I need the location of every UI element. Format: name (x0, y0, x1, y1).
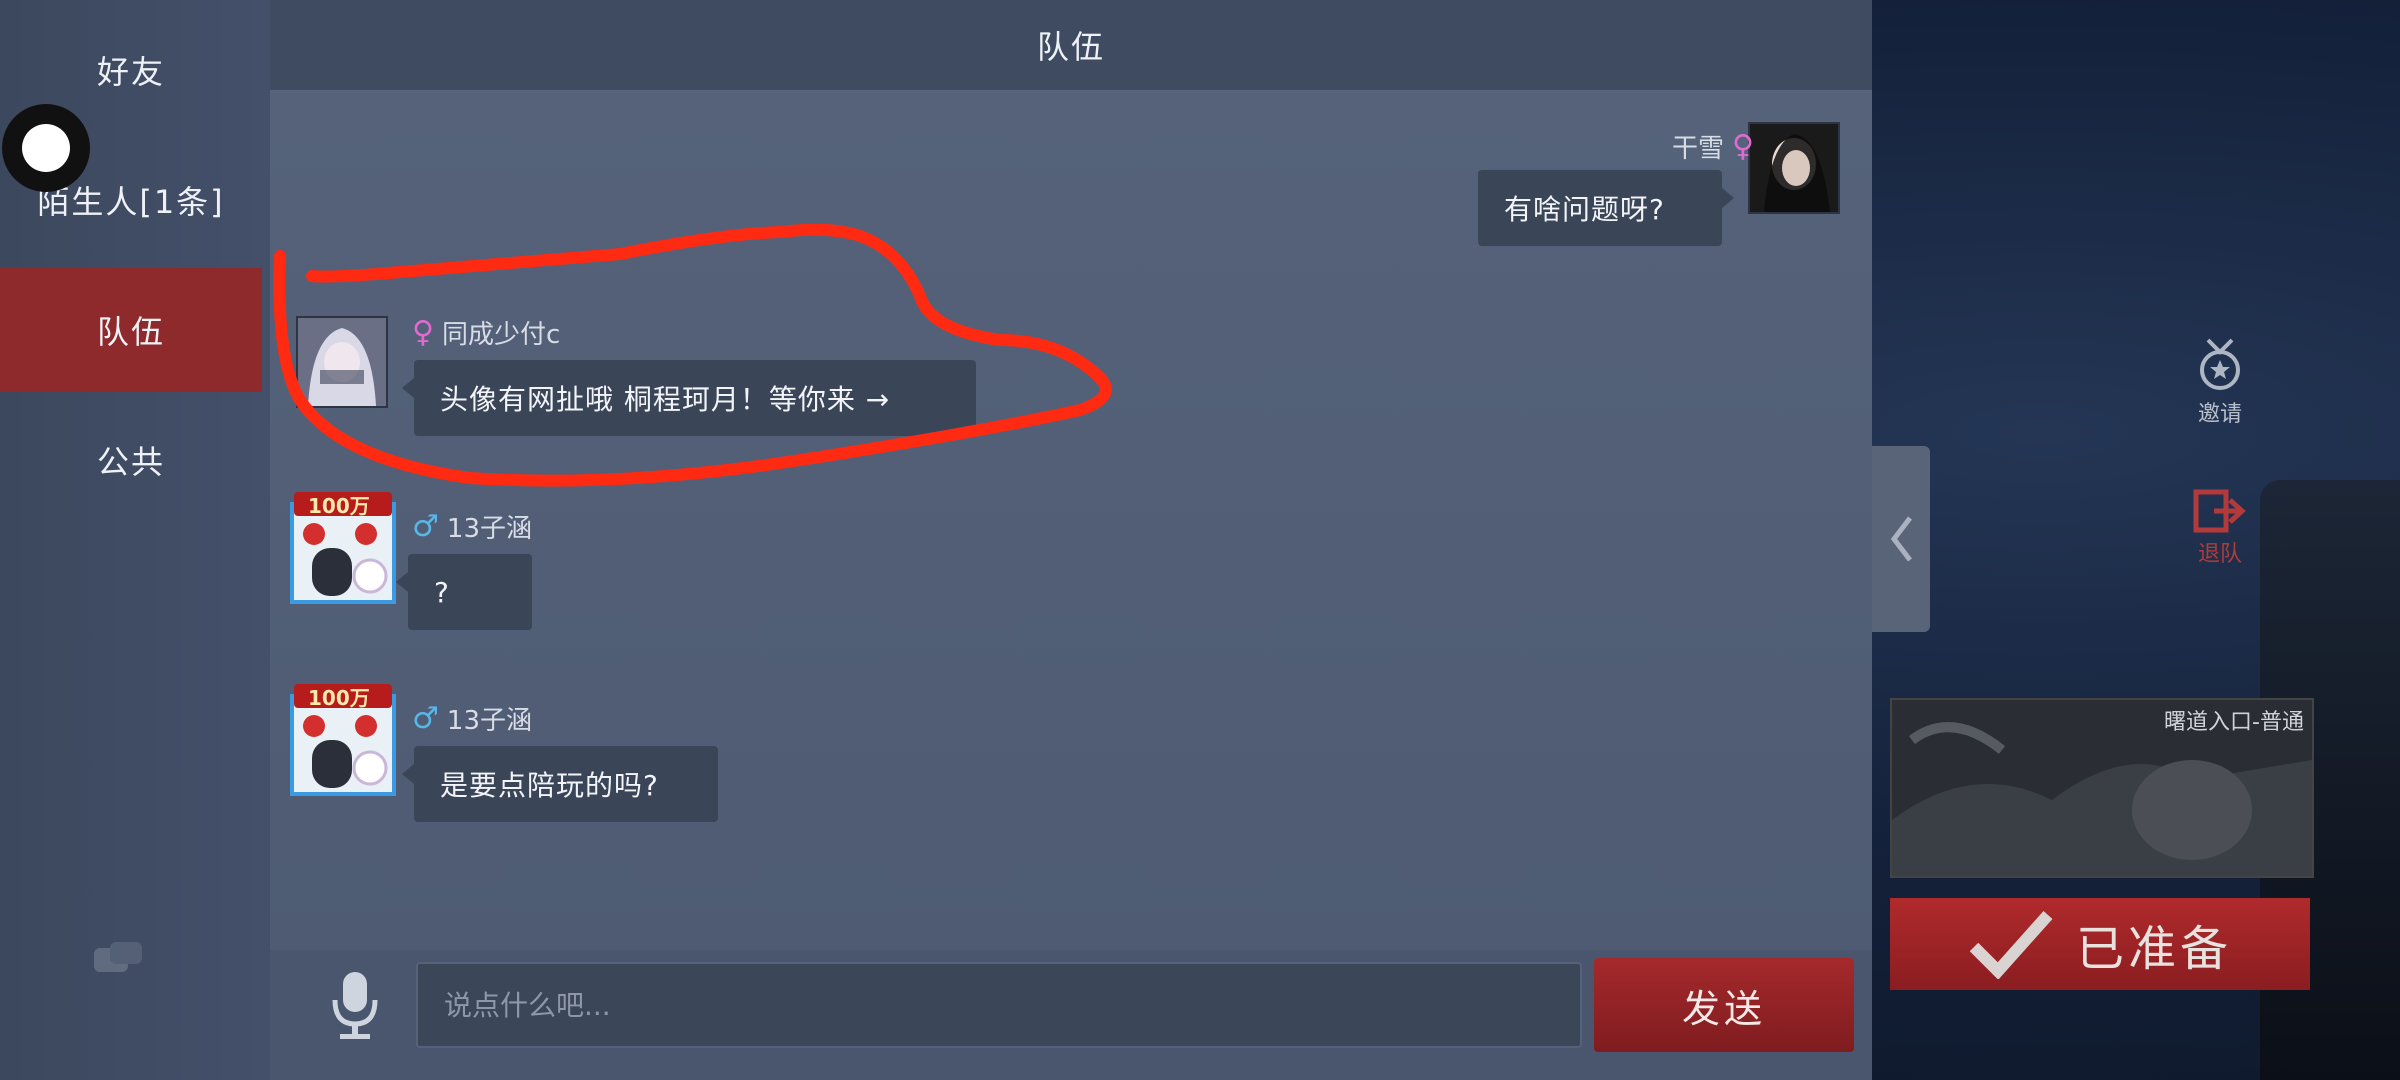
invite-button[interactable]: 邀请 (2180, 336, 2260, 428)
message-sender: ♀ 同成少付c (412, 314, 560, 351)
chevron-left-icon (1890, 516, 1912, 562)
checkmark-icon (1969, 911, 2053, 979)
chat-bubbles-icon[interactable] (92, 940, 144, 980)
message-text: 是要点陪玩的吗? (440, 769, 659, 802)
avatar-image (298, 318, 386, 406)
female-icon: ♀ (412, 315, 434, 350)
sender-name: 13子涵 (446, 514, 532, 544)
message-sender: ♂ 13子涵 (412, 508, 532, 545)
avatar[interactable]: 100万 (284, 490, 402, 608)
collapse-panel-button[interactable] (1872, 446, 1930, 632)
send-button[interactable]: 发送 (1594, 958, 1854, 1052)
ready-label: 已准备 (2075, 921, 2232, 977)
invite-label: 邀请 (2197, 402, 2242, 427)
sidebar-item-team[interactable]: 队伍 (0, 268, 262, 392)
message-bubble: 头像有网扯哦 桐程珂月！等你来 → (402, 360, 976, 436)
medal-icon (2200, 338, 2240, 390)
leave-team-label: 退队 (2197, 542, 2242, 567)
send-button-label: 发送 (1681, 986, 1766, 1031)
message-bubble: 有啥问题呀? (1478, 170, 1734, 246)
sender-name: 同成少付c (441, 320, 561, 350)
avatar-badge: 100万 (308, 494, 370, 518)
avatar-badge: 100万 (308, 686, 370, 710)
message-text: 头像有网扯哦 桐程珂月！等你来 → (440, 383, 891, 416)
map-card-title: 曙道入口-普通 (2164, 710, 2304, 735)
message-bubble: ? (396, 554, 532, 630)
microphone-icon[interactable] (330, 970, 380, 1042)
assistive-touch-button[interactable] (2, 104, 90, 192)
male-icon: ♂ (412, 509, 439, 544)
sidebar-item-public[interactable]: 公共 (0, 398, 262, 522)
sidebar-item-label: 好友 (96, 53, 165, 91)
message-bubble: 是要点陪玩的吗? (402, 746, 718, 822)
female-icon: ♀ (1732, 129, 1754, 164)
message-text: 有啥问题呀? (1504, 193, 1665, 226)
message-sender: ♂ 13子涵 (412, 700, 532, 737)
sidebar-item-label: 公共 (96, 443, 165, 481)
avatar[interactable] (1748, 122, 1840, 214)
avatar[interactable]: 100万 (284, 682, 402, 800)
map-preview-card[interactable]: 曙道入口-普通 (1890, 698, 2314, 878)
sender-name: 干雪 (1672, 134, 1725, 164)
sender-name: 13子涵 (446, 706, 532, 736)
male-icon: ♂ (412, 701, 439, 736)
exit-icon (2193, 489, 2246, 533)
message-text: ? (434, 575, 450, 609)
avatar[interactable] (296, 316, 388, 408)
leave-team-button[interactable]: 退队 (2180, 486, 2260, 568)
page-title: 队伍 (1036, 28, 1105, 66)
avatar-image (1750, 124, 1838, 212)
page-title-bar: 队伍 (270, 0, 1872, 92)
message-sender: 干雪 ♀ (1672, 128, 1754, 165)
ready-button[interactable]: 已准备 (1890, 898, 2310, 990)
message-input[interactable] (416, 962, 1582, 1048)
sidebar-item-label: 队伍 (96, 313, 165, 351)
